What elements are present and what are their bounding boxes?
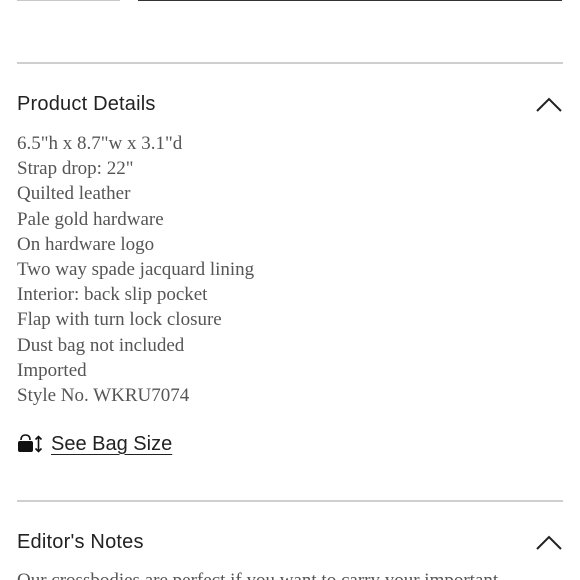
detail-item-interior: Interior: back slip pocket: [17, 284, 208, 306]
previous-section-edge: [0, 0, 580, 6]
see-bag-size-link[interactable]: See Bag Size: [51, 433, 172, 456]
detail-item-style-number: Style No. WKRU7074: [17, 385, 190, 407]
detail-item-closure: Flap with turn lock closure: [17, 309, 222, 331]
bag-size-icon: [18, 434, 43, 453]
product-details-list: 6.5"h x 8.7"w x 3.1"d Strap drop: 22" Qu…: [17, 131, 254, 408]
previous-control-underline-left: [17, 0, 120, 1]
detail-item-hardware: Pale gold hardware: [17, 208, 164, 230]
editors-notes-body: Our crossbodies are perfect if you want …: [17, 568, 563, 580]
editors-notes-title: Editor's Notes: [17, 530, 144, 553]
detail-item-dimensions: 6.5"h x 8.7"w x 3.1"d: [17, 133, 183, 154]
previous-control-underline-right: [138, 0, 562, 1]
editors-notes-header[interactable]: Editor's Notes: [17, 525, 563, 559]
detail-item-material: Quilted leather: [17, 183, 131, 205]
section-divider-editors-notes: [17, 500, 563, 502]
detail-item-origin: Imported: [17, 359, 87, 381]
detail-item-lining: Two way spade jacquard lining: [17, 259, 255, 281]
chevron-up-icon[interactable]: [535, 532, 563, 552]
detail-item-logo: On hardware logo: [17, 233, 155, 255]
detail-item-dust-bag: Dust bag not included: [17, 334, 185, 356]
product-details-header[interactable]: Product Details: [17, 87, 563, 121]
detail-item-strap-drop: Strap drop: 22": [17, 158, 134, 180]
see-bag-size-control[interactable]: See Bag Size: [17, 430, 172, 458]
chevron-up-icon[interactable]: [535, 94, 563, 114]
section-divider-product-details: [17, 62, 563, 64]
product-details-title: Product Details: [17, 92, 156, 115]
